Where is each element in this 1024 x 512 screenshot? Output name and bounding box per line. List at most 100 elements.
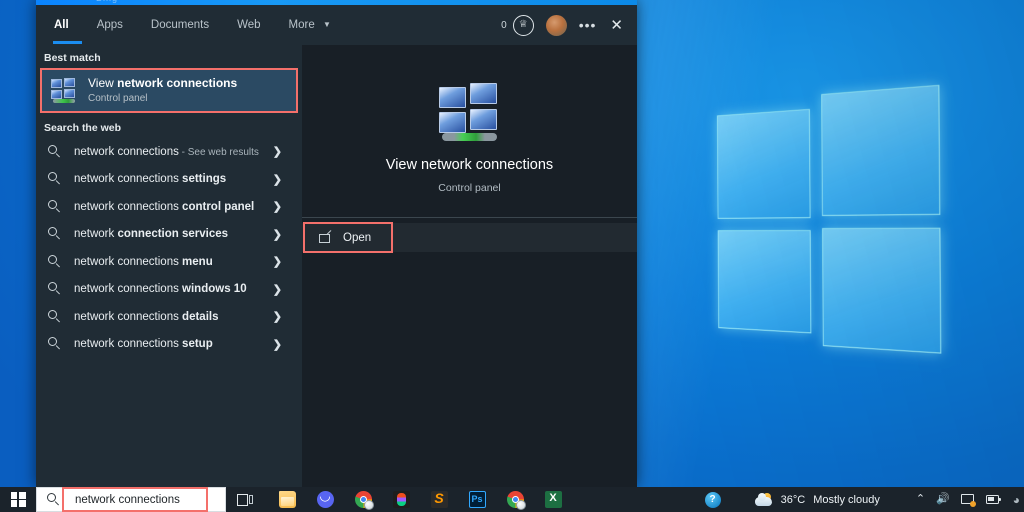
tab-active-underline xyxy=(53,41,82,44)
tab-web[interactable]: Web xyxy=(227,17,270,33)
figma-icon xyxy=(392,491,410,508)
taskbar-app-chrome-2[interactable] xyxy=(496,487,534,512)
search-results-column: Best match View network connections Cont… xyxy=(36,45,302,487)
network-connections-icon xyxy=(437,81,503,143)
best-match-wrapper: View network connections Control panel xyxy=(36,68,302,113)
preview-actions: Open xyxy=(302,218,637,253)
chevron-right-icon: ❯ xyxy=(272,173,282,186)
tab-apps[interactable]: Apps xyxy=(87,17,133,33)
weather-description: Mostly cloudy xyxy=(813,493,880,506)
bing-header-text: Bing xyxy=(96,0,118,3)
best-match-subtitle: Control panel xyxy=(88,93,148,104)
preview-header: View network connections Control panel xyxy=(302,45,637,194)
preview-title: View network connections xyxy=(385,157,554,173)
search-icon xyxy=(47,492,61,507)
windows-logo-wallpaper xyxy=(716,84,942,354)
chevron-right-icon: ❯ xyxy=(272,283,282,296)
web-result-prefix: network connections xyxy=(74,310,183,323)
network-tray-icon[interactable] xyxy=(960,493,976,507)
web-result-bold: details xyxy=(182,310,219,323)
taskbar-app-discord[interactable] xyxy=(306,487,344,512)
search-panel-body: Best match View network connections Cont… xyxy=(36,45,637,487)
tab-documents[interactable]: Documents xyxy=(141,17,219,33)
sublime-icon xyxy=(430,490,448,508)
list-item[interactable]: network connection services ❯ xyxy=(40,221,298,249)
list-item[interactable]: network connections menu ❯ xyxy=(40,248,298,276)
web-result-label: network connections settings xyxy=(74,173,226,185)
tab-all[interactable]: All xyxy=(44,17,82,44)
open-button[interactable]: Open xyxy=(303,222,393,253)
close-icon[interactable]: ✕ xyxy=(608,18,625,33)
web-result-label: network connections setup xyxy=(74,338,213,350)
preview-subtitle: Control panel xyxy=(438,182,501,194)
web-result-label: network connections - See web results xyxy=(74,146,259,158)
web-result-bold: settings xyxy=(182,173,227,186)
search-icon xyxy=(48,199,62,214)
show-hidden-icons-button[interactable]: ⌃ xyxy=(916,494,925,505)
search-icon xyxy=(48,282,62,296)
search-icon xyxy=(48,309,62,324)
speaker-icon[interactable]: 🔊 xyxy=(936,494,950,505)
best-match-text: View network connections Control panel xyxy=(88,76,237,105)
trophy-icon: ♕ xyxy=(512,14,534,36)
best-match-result[interactable]: View network connections Control panel xyxy=(40,68,298,113)
tab-documents-label: Documents xyxy=(150,19,210,31)
preview-pane: View network connections Control panel O… xyxy=(302,45,637,487)
web-result-prefix: network connections xyxy=(74,255,183,268)
search-icon xyxy=(48,144,62,159)
web-result-label: network connection services xyxy=(74,228,228,240)
tab-web-label: Web xyxy=(237,19,261,31)
avatar[interactable] xyxy=(545,14,567,36)
wifi-icon[interactable]: ◕ xyxy=(1013,493,1020,507)
taskbar-app-file-explorer[interactable] xyxy=(268,487,306,512)
search-input[interactable]: network connections xyxy=(36,487,226,512)
best-match-section-label: Best match xyxy=(44,52,101,64)
weather-widget[interactable]: 36°C Mostly cloudy xyxy=(754,492,880,507)
web-result-bold: setup xyxy=(182,338,213,351)
external-link-icon xyxy=(319,229,332,244)
tab-more[interactable]: More ▼ xyxy=(279,17,341,33)
logo-pane-bottom-right xyxy=(822,227,942,354)
taskbar-app-figma[interactable] xyxy=(382,487,420,512)
rewards-button[interactable]: 0 ♕ xyxy=(501,14,534,36)
logo-pane-top-left xyxy=(716,108,811,219)
web-result-prefix: network connections xyxy=(74,200,183,213)
web-result-prefix: network connections xyxy=(74,338,183,351)
start-button[interactable] xyxy=(0,487,36,512)
taskbar-app-chrome[interactable] xyxy=(344,487,382,512)
discord-icon xyxy=(316,488,334,508)
taskbar: network connections ? 36°C Mostly cloudy xyxy=(0,487,1024,512)
taskbar-app-photoshop[interactable] xyxy=(458,487,496,512)
list-item[interactable]: network connections setup ❯ xyxy=(40,331,298,359)
chevron-right-icon: ❯ xyxy=(272,256,282,269)
search-icon xyxy=(48,254,62,269)
list-item[interactable]: network connections settings ❯ xyxy=(40,166,298,194)
chevron-down-icon: ▼ xyxy=(322,20,331,29)
taskbar-app-excel[interactable] xyxy=(534,487,572,512)
help-icon[interactable]: ? xyxy=(704,491,721,508)
app-badge-icon xyxy=(363,500,374,510)
web-result-label: network connections details xyxy=(74,311,218,323)
web-result-label: network connections menu xyxy=(74,256,213,268)
chevron-right-icon: ❯ xyxy=(272,311,282,324)
list-item[interactable]: network connections control panel ❯ xyxy=(40,193,298,221)
taskbar-pinned-apps xyxy=(268,487,572,512)
photoshop-icon xyxy=(468,491,486,508)
web-result-suffix: - See web results xyxy=(178,146,259,158)
list-item[interactable]: network connections windows 10 ❯ xyxy=(40,276,298,304)
tab-apps-label: Apps xyxy=(96,19,123,31)
logo-pane-top-right xyxy=(821,84,941,217)
taskbar-app-sublime[interactable] xyxy=(420,487,458,512)
logo-pane-bottom-left xyxy=(717,230,812,334)
more-options-button[interactable]: ••• xyxy=(579,17,597,33)
battery-icon[interactable] xyxy=(985,495,1002,504)
list-item[interactable]: network connections - See web results ❯ xyxy=(40,138,298,166)
chevron-right-icon: ❯ xyxy=(272,338,282,351)
list-item[interactable]: network connections details ❯ xyxy=(40,303,298,331)
search-icon xyxy=(48,172,62,186)
screen: Bing All Apps Documents Web More ▼ xyxy=(0,0,1024,512)
best-match-title-bold: network connections xyxy=(117,76,238,90)
task-view-button[interactable] xyxy=(226,487,264,512)
web-result-bold: menu xyxy=(182,255,213,268)
search-header-actions: 0 ♕ ••• ✕ xyxy=(501,14,637,36)
